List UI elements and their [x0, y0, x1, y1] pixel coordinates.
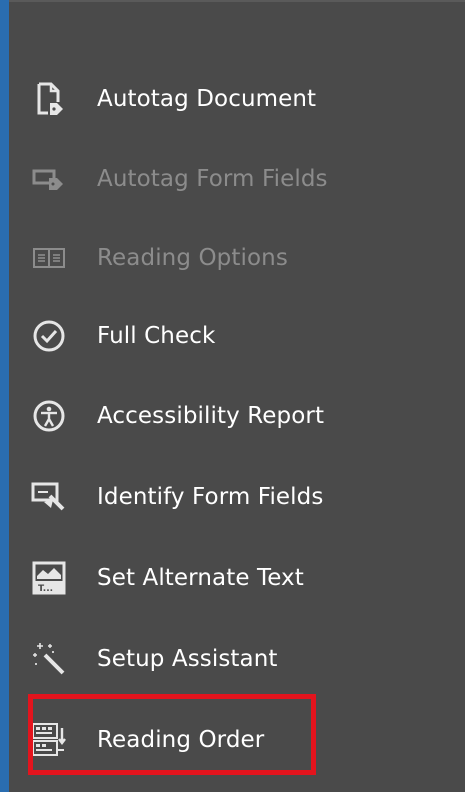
menu-item-set-alternate-text[interactable]: T... Set Alternate Text	[27, 548, 447, 608]
menu-item-label: Autotag Form Fields	[97, 166, 328, 192]
alternate-text-icon: T...	[31, 560, 67, 596]
menu-item-setup-assistant[interactable]: Setup Assistant	[27, 629, 447, 689]
window-frame-edge	[0, 0, 9, 792]
menu-item-label: Reading Options	[97, 245, 288, 271]
menu-item-label: Identify Form Fields	[97, 484, 324, 510]
menu-item-label: Setup Assistant	[97, 646, 278, 672]
menu-item-identify-form-fields[interactable]: Identify Form Fields	[27, 467, 447, 527]
reading-options-icon	[31, 240, 67, 276]
menu-item-reading-options[interactable]: Reading Options	[27, 228, 447, 288]
menu-item-full-check[interactable]: Full Check	[27, 306, 447, 366]
menu-item-autotag-form-fields[interactable]: Autotag Form Fields	[27, 149, 447, 209]
checkmark-circle-icon	[31, 318, 67, 354]
identify-form-fields-icon	[31, 479, 67, 515]
accessibility-icon	[31, 398, 67, 434]
menu-item-label: Autotag Document	[97, 86, 317, 112]
svg-text:T...: T...	[38, 584, 53, 594]
autotag-form-fields-icon	[31, 161, 67, 197]
menu-item-label: Set Alternate Text	[97, 565, 304, 591]
menu-item-autotag-document[interactable]: Autotag Document	[27, 69, 447, 129]
menu-item-label: Accessibility Report	[97, 403, 325, 429]
highlight-box	[28, 694, 316, 775]
autotag-document-icon	[31, 81, 67, 117]
menu-item-label: Full Check	[97, 323, 216, 349]
magic-wand-icon	[31, 641, 67, 677]
menu-item-accessibility-report[interactable]: Accessibility Report	[27, 386, 447, 446]
